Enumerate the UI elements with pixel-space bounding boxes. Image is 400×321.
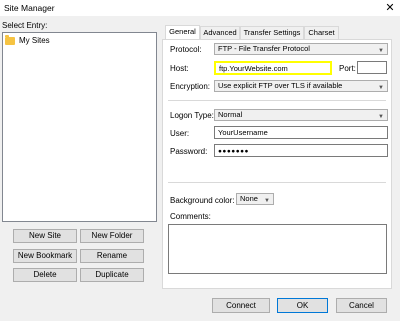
tab-general[interactable]: General — [165, 25, 200, 40]
new-site-button[interactable]: New Site — [13, 229, 77, 243]
connect-button[interactable]: Connect — [212, 298, 270, 313]
background-color-label: Background color: — [170, 196, 235, 205]
chevron-down-icon: ▼ — [378, 114, 384, 120]
password-value: ●●●●●●● — [218, 148, 249, 155]
new-bookmark-button[interactable]: New Bookmark — [13, 249, 77, 263]
duplicate-button[interactable]: Duplicate — [80, 268, 144, 282]
encryption-select[interactable]: Use explicit FTP over TLS if available ▼ — [214, 80, 388, 92]
comments-textarea[interactable] — [168, 224, 387, 274]
tree-item-my-sites[interactable]: My Sites — [19, 36, 50, 45]
tab-transfer-settings[interactable]: Transfer Settings — [240, 26, 304, 39]
comments-label: Comments: — [170, 212, 211, 221]
logon-type-value: Normal — [218, 110, 243, 119]
new-folder-button[interactable]: New Folder — [80, 229, 144, 243]
tab-charset[interactable]: Charset — [304, 26, 339, 39]
port-input[interactable] — [357, 61, 387, 74]
protocol-value: FTP - File Transfer Protocol — [218, 44, 310, 53]
host-value: ftp.YourWebsite.com — [219, 64, 288, 73]
cancel-button[interactable]: Cancel — [336, 298, 387, 313]
chevron-down-icon: ▼ — [378, 48, 384, 54]
protocol-label: Protocol: — [170, 45, 202, 54]
user-label: User: — [170, 129, 190, 138]
ok-button[interactable]: OK — [277, 298, 328, 313]
host-label: Host: — [170, 64, 189, 73]
title-bar — [0, 0, 400, 16]
user-input[interactable]: YourUsername — [214, 126, 388, 139]
protocol-select[interactable]: FTP - File Transfer Protocol ▼ — [214, 43, 388, 55]
background-color-value: None — [240, 194, 258, 203]
divider — [168, 100, 386, 101]
logon-type-label: Logon Type: — [170, 111, 214, 120]
tab-advanced[interactable]: Advanced — [200, 26, 240, 39]
rename-button[interactable]: Rename — [80, 249, 144, 263]
chevron-down-icon: ▼ — [378, 85, 384, 91]
user-value: YourUsername — [218, 128, 268, 137]
password-input[interactable]: ●●●●●●● — [214, 144, 388, 157]
background-color-select[interactable]: None ▼ — [236, 193, 274, 205]
encryption-value: Use explicit FTP over TLS if available — [218, 81, 343, 90]
close-icon[interactable]: ✕ — [383, 1, 397, 15]
port-label: Port: — [339, 64, 356, 73]
select-entry-label: Select Entry: — [2, 21, 48, 30]
window-title: Site Manager — [4, 3, 55, 13]
divider — [168, 182, 386, 183]
site-tree[interactable] — [2, 32, 157, 222]
host-input[interactable]: ftp.YourWebsite.com — [214, 61, 332, 75]
delete-button[interactable]: Delete — [13, 268, 77, 282]
chevron-down-icon: ▼ — [264, 198, 270, 204]
encryption-label: Encryption: — [170, 82, 211, 91]
password-label: Password: — [170, 147, 208, 156]
logon-type-select[interactable]: Normal ▼ — [214, 109, 388, 121]
folder-icon — [5, 35, 15, 45]
